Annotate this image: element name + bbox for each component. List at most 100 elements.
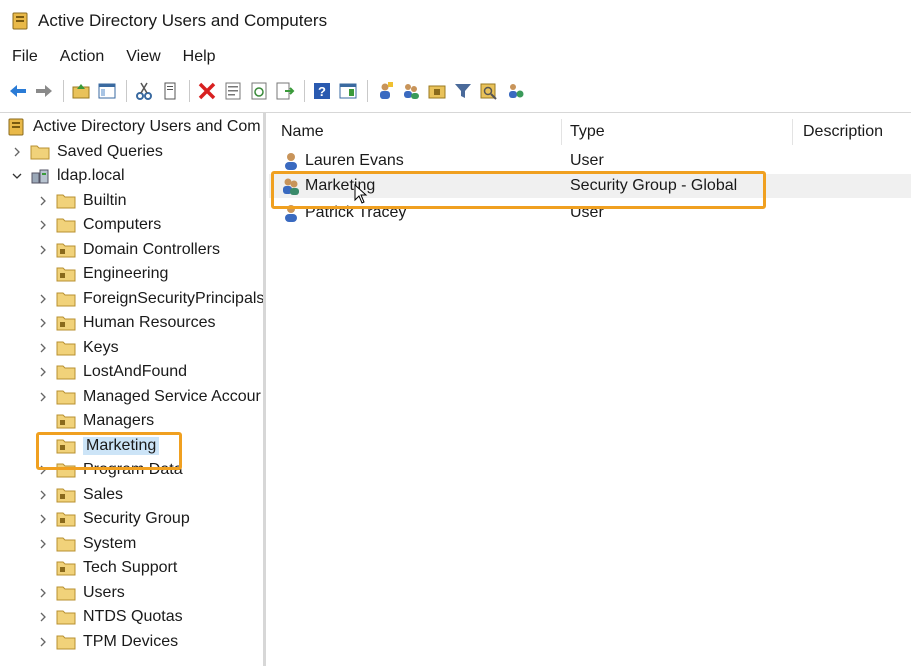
user-icon: [281, 203, 301, 223]
column-header-name[interactable]: Name: [281, 119, 561, 145]
console-tree-icon[interactable]: [336, 79, 360, 103]
column-separator[interactable]: [561, 119, 562, 145]
tree-item-domain[interactable]: ldap.local: [10, 164, 125, 188]
tree-item-system[interactable]: System: [36, 532, 136, 556]
toolbar-separator: [304, 80, 305, 102]
tree-item-label: Sales: [83, 486, 124, 503]
chevron-right-icon[interactable]: [36, 586, 50, 600]
refresh-icon[interactable]: [247, 79, 271, 103]
filter-icon[interactable]: [451, 79, 475, 103]
tree-item-engineering[interactable]: Engineering: [36, 262, 168, 286]
ad-app-icon: [12, 12, 28, 30]
menu-action[interactable]: Action: [49, 48, 115, 66]
list-item[interactable]: Lauren Evans User: [269, 149, 911, 173]
chevron-right-icon[interactable]: [36, 463, 50, 477]
ou-icon: [56, 314, 76, 332]
tree-item-computers[interactable]: Computers: [36, 213, 161, 237]
list-item[interactable]: Patrick Tracey User: [269, 201, 911, 225]
export-list-icon[interactable]: [273, 79, 297, 103]
tree-item-saved-queries[interactable]: Saved Queries: [10, 140, 163, 164]
cut-icon[interactable]: [132, 79, 156, 103]
column-separator[interactable]: [792, 119, 793, 145]
find-icon[interactable]: [477, 79, 501, 103]
tree-item-label: Human Resources: [83, 314, 216, 331]
tree-item-human-resources[interactable]: Human Resources: [36, 311, 216, 335]
chevron-right-icon[interactable]: [10, 145, 24, 159]
tree-root-label: Active Directory Users and Com: [33, 118, 261, 135]
folder-icon: [56, 535, 76, 553]
tree-item-program-data[interactable]: Program Data: [36, 458, 183, 482]
forward-icon[interactable]: [32, 79, 56, 103]
tree-item-label: TPM Devices: [83, 633, 179, 650]
tree-item-security-group[interactable]: Security Group: [36, 507, 190, 531]
domain-icon: [30, 167, 50, 185]
console-tree[interactable]: Active Directory Users and Com Saved Que…: [0, 113, 266, 666]
tree-item-tpm-devices[interactable]: TPM Devices: [36, 630, 178, 654]
tree-item-label: Engineering: [83, 265, 169, 282]
tree-item-ntds-quotas[interactable]: NTDS Quotas: [36, 605, 183, 629]
chevron-right-icon[interactable]: [36, 365, 50, 379]
chevron-right-icon[interactable]: [36, 316, 50, 330]
tree-item-lost-and-found[interactable]: LostAndFound: [36, 360, 187, 384]
new-group-icon[interactable]: [399, 79, 423, 103]
folder-icon: [56, 339, 76, 357]
ou-icon: [56, 437, 76, 455]
folder-icon: [56, 290, 76, 308]
tree-root[interactable]: Active Directory Users and Com: [8, 115, 261, 139]
toolbar-separator: [126, 80, 127, 102]
tree-item-foreign-security-principals[interactable]: ForeignSecurityPrincipals: [36, 287, 263, 311]
tree-item-keys[interactable]: Keys: [36, 336, 119, 360]
add-to-group-icon[interactable]: [503, 79, 527, 103]
ou-icon: [56, 510, 76, 528]
toolbar: ?: [0, 74, 911, 108]
tree-item-label: Managed Service Accour: [83, 388, 261, 405]
folder-icon: [56, 388, 76, 406]
up-folder-icon[interactable]: [69, 79, 93, 103]
tree-item-managers[interactable]: Managers: [36, 409, 154, 433]
tree-item-sales[interactable]: Sales: [36, 483, 123, 507]
menu-help[interactable]: Help: [172, 48, 227, 66]
menu-view[interactable]: View: [115, 48, 171, 66]
chevron-right-icon[interactable]: [36, 341, 50, 355]
svg-text:?: ?: [318, 84, 326, 99]
tree-item-label: Tech Support: [83, 559, 178, 576]
tree-item-label: Users: [83, 584, 125, 601]
chevron-right-icon[interactable]: [36, 610, 50, 624]
new-user-icon[interactable]: [373, 79, 397, 103]
tree-item-label: Computers: [83, 216, 162, 233]
copy-icon[interactable]: [158, 79, 182, 103]
delete-icon[interactable]: [195, 79, 219, 103]
chevron-right-icon[interactable]: [36, 390, 50, 404]
help-icon[interactable]: ?: [310, 79, 334, 103]
tree-item-domain-controllers[interactable]: Domain Controllers: [36, 238, 220, 262]
window-title: Active Directory Users and Computers: [38, 11, 328, 30]
chevron-right-icon[interactable]: [36, 243, 50, 257]
chevron-down-icon[interactable]: [10, 169, 24, 183]
tree-item-builtin[interactable]: Builtin: [36, 189, 127, 213]
chevron-right-icon[interactable]: [36, 292, 50, 306]
tree-item-managed-service-accounts[interactable]: Managed Service Accour: [36, 385, 261, 409]
tree-item-tech-support[interactable]: Tech Support: [36, 556, 177, 580]
ou-icon: [56, 241, 76, 259]
chevron-right-icon[interactable]: [36, 218, 50, 232]
column-header-description[interactable]: Description: [803, 119, 911, 145]
new-ou-icon[interactable]: [425, 79, 449, 103]
menu-file[interactable]: File: [0, 48, 49, 66]
folder-icon: [30, 143, 50, 161]
tree-item-users[interactable]: Users: [36, 581, 125, 605]
chevron-right-icon[interactable]: [36, 635, 50, 649]
toolbar-separator: [189, 80, 190, 102]
properties-icon[interactable]: [221, 79, 245, 103]
tree-item-label: Security Group: [83, 510, 190, 527]
show-hide-tree-icon[interactable]: [95, 79, 119, 103]
ou-icon: [56, 559, 76, 577]
chevron-right-icon[interactable]: [36, 537, 50, 551]
column-header-type[interactable]: Type: [570, 119, 790, 145]
toolbar-separator: [63, 80, 64, 102]
tree-item-marketing[interactable]: Marketing: [36, 434, 160, 458]
tree-item-label: Domain Controllers: [83, 241, 220, 258]
chevron-right-icon[interactable]: [36, 488, 50, 502]
chevron-right-icon[interactable]: [36, 194, 50, 208]
back-icon[interactable]: [6, 79, 30, 103]
chevron-right-icon[interactable]: [36, 512, 50, 526]
